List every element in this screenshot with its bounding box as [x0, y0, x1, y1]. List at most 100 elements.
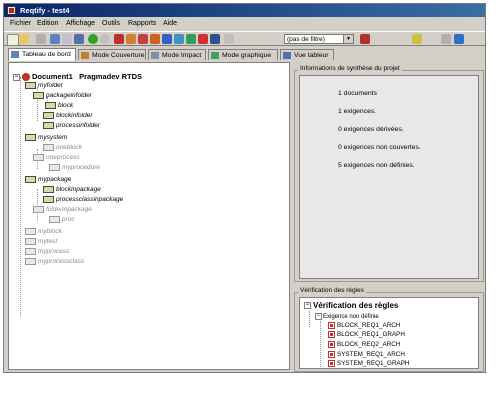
item-label: BLOCK_REQ1_ARCH — [337, 322, 401, 330]
verification-subtitle: Exigence non définie — [323, 314, 379, 321]
menu-edition[interactable]: Edition — [37, 18, 58, 29]
title-bar[interactable]: Reqtify - test4 — [4, 4, 485, 17]
info-icon[interactable] — [454, 34, 464, 44]
tab-label: Tableau de bord — [22, 51, 71, 58]
node-label: myblock — [38, 228, 62, 236]
tab-mode-couverture[interactable]: Mode Couverture — [78, 49, 146, 60]
node-label: proc — [62, 216, 75, 224]
tab-mode-graphique[interactable]: Mode graphique — [208, 49, 278, 60]
filter-select[interactable]: (pas de filtre) ▼ — [284, 34, 354, 44]
node-label: processclassinpackage — [56, 196, 124, 204]
settings-icon[interactable] — [210, 34, 220, 44]
tree-node-packageinfolder[interactable]: packageinfolder — [33, 92, 92, 99]
list-item[interactable]: BLOCK_REQ1_GRAPH — [328, 331, 405, 338]
tree-node-myprocedure[interactable]: myprocedure — [49, 164, 100, 171]
report-icon[interactable] — [162, 34, 172, 44]
coverage-icon[interactable] — [138, 34, 148, 44]
project-tree[interactable]: − Document1 Pragmadev RTDS myfolder packa… — [8, 62, 290, 370]
tree-node-processinfolder[interactable]: processinfolder — [43, 122, 100, 129]
node-label: oneprocess — [46, 154, 80, 162]
root-label: Document1 — [32, 72, 73, 81]
process-icon — [25, 258, 36, 265]
chevron-down-icon: ▼ — [343, 35, 353, 43]
tree-connector — [320, 321, 321, 368]
tree-node-folderinpackage[interactable]: folderinpackage — [33, 206, 92, 213]
folder-icon — [25, 82, 36, 89]
view-tabs: Tableau de bord Mode Couverture Mode Imp… — [4, 48, 485, 61]
tab-tableau-de-bord[interactable]: Tableau de bord — [8, 48, 76, 61]
summary-content: 1 documents 1 exigences. 0 exigences dér… — [299, 75, 479, 279]
graph-icon — [211, 52, 219, 59]
paste-icon[interactable] — [62, 34, 72, 44]
verification-root[interactable]: − Vérification des règles — [304, 301, 398, 310]
requirement-icon — [328, 331, 335, 338]
filter-select-value: (pas de filtre) — [287, 36, 325, 43]
open-icon[interactable] — [19, 34, 29, 44]
save-icon[interactable] — [36, 34, 46, 44]
node-label: myfolder — [38, 82, 63, 90]
tree-node-mypackage[interactable]: mypackage — [25, 176, 71, 183]
tree-node-mytest[interactable]: mytest — [25, 238, 57, 245]
block-icon — [45, 102, 56, 109]
node-label: block — [58, 102, 74, 110]
clear-filter-icon[interactable] — [360, 34, 370, 44]
menu-fichier[interactable]: Fichier — [10, 18, 31, 29]
tree-node-blockinfolder[interactable]: blockinfolder — [43, 112, 93, 119]
folder-icon — [25, 134, 36, 141]
collapse-icon[interactable]: − — [315, 313, 322, 320]
tools-icon[interactable] — [224, 34, 234, 44]
tree-node-proc[interactable]: proc — [49, 216, 75, 223]
tree-node-block[interactable]: block — [45, 102, 73, 109]
toolbar: (pas de filtre) ▼ — [4, 31, 485, 46]
wand-icon[interactable] — [412, 34, 422, 44]
export-icon[interactable] — [174, 34, 184, 44]
menu-affichage[interactable]: Affichage — [66, 18, 95, 29]
item-label: BLOCK_REQ1_GRAPH — [337, 331, 405, 339]
tree-node-blockinpackage[interactable]: blockinpackage — [43, 186, 101, 193]
tree-node-myblock[interactable]: myblock — [25, 228, 62, 235]
folder-icon — [33, 92, 44, 99]
node-label: oneblock — [56, 144, 83, 152]
graph-icon[interactable] — [186, 34, 196, 44]
menu-rapports[interactable]: Rapports — [128, 18, 156, 29]
list-item[interactable]: SYSTEM_REQ1_ARCH — [328, 351, 405, 358]
menu-outils[interactable]: Outils — [102, 18, 120, 29]
tree-node-processclassinpackage[interactable]: processclassinpackage — [43, 196, 123, 203]
menu-aide[interactable]: Aide — [163, 18, 177, 29]
tree-node-oneblock[interactable]: oneblock — [43, 144, 82, 151]
analyze-icon[interactable] — [114, 34, 124, 44]
procedure-icon — [49, 164, 60, 171]
list-item[interactable]: SYSTEM_REQ1_GRAPH — [328, 360, 409, 367]
list-item[interactable]: BLOCK_REQ1_ARCH — [328, 322, 400, 329]
verification-rule[interactable]: − Exigence non définie — [315, 313, 379, 320]
tree-node-mysystem[interactable]: mysystem — [25, 134, 67, 141]
tree-node-myfolder[interactable]: myfolder — [25, 82, 63, 89]
help-icon[interactable] — [441, 34, 451, 44]
tree-root[interactable]: − Document1 Pragmadev RTDS — [13, 72, 143, 82]
collapse-icon[interactable]: − — [13, 73, 20, 81]
tree-node-myprocessclass[interactable]: myprocessclass — [25, 258, 84, 265]
dashboard-icon — [11, 51, 19, 58]
folder-icon — [33, 206, 44, 213]
block-icon — [43, 186, 54, 193]
list-item[interactable]: BLOCK_REQ2_ARCH — [328, 341, 400, 348]
tab-vue-tableur[interactable]: Vue tableur — [280, 49, 334, 60]
tab-mode-impact[interactable]: Mode Impact — [148, 49, 206, 60]
copy-icon[interactable] — [50, 34, 60, 44]
back-icon[interactable] — [88, 34, 98, 44]
print-icon[interactable] — [74, 34, 84, 44]
tree-node-myprocess[interactable]: myprocess — [25, 248, 69, 255]
collapse-icon[interactable]: − — [304, 302, 311, 310]
filter-icon[interactable] — [198, 34, 208, 44]
tree-node-oneprocess[interactable]: oneprocess — [33, 154, 80, 161]
impact-icon[interactable] — [150, 34, 160, 44]
tab-label: Mode Impact — [162, 52, 202, 59]
verification-tree[interactable]: − Vérification des règles − Exigence non d… — [299, 297, 479, 369]
node-label: mytest — [38, 238, 58, 246]
verification-group-label: Vérification des règles — [298, 287, 366, 294]
root-suffix: Pragmadev RTDS — [79, 72, 143, 81]
node-label: myprocess — [38, 248, 70, 256]
forward-icon[interactable] — [100, 34, 110, 44]
trace-icon[interactable] — [126, 34, 136, 44]
new-icon[interactable] — [7, 34, 19, 46]
